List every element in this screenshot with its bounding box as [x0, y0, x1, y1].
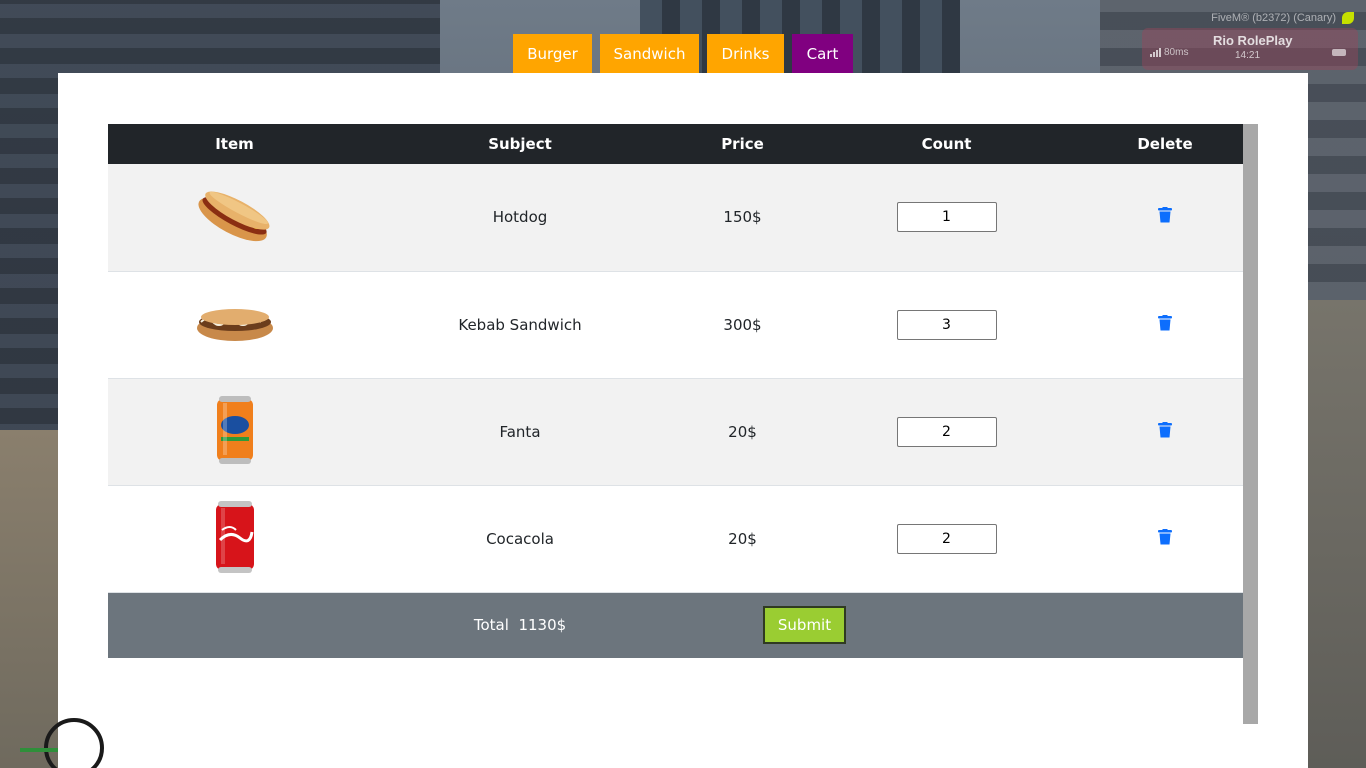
item-subject: Hotdog: [492, 208, 548, 227]
kebab-sandwich-icon: [196, 308, 273, 341]
delete-cell: [1087, 485, 1243, 592]
delete-button[interactable]: [1158, 314, 1172, 331]
item-subject: Kebab Sandwich: [458, 315, 582, 334]
ping-indicator: 80ms: [1150, 47, 1188, 58]
column-header-subject: Subject: [488, 135, 552, 153]
total-value: 1130$: [518, 616, 567, 635]
item-count-cell: [806, 485, 1087, 592]
cocacola-can-icon: [215, 500, 254, 573]
column-header-price: Price: [721, 135, 764, 153]
item-count-cell: [806, 164, 1087, 271]
count-input[interactable]: [896, 523, 997, 554]
item-image-cell: [108, 271, 361, 378]
scrollbar[interactable]: [1243, 124, 1258, 724]
delete-button[interactable]: [1158, 528, 1172, 545]
total-cell: Total 1130$: [361, 592, 679, 658]
table-row: Fanta 20$: [108, 378, 1243, 485]
delete-button[interactable]: [1158, 421, 1172, 438]
item-image-cell: [108, 485, 361, 592]
item-count-cell: [806, 271, 1087, 378]
tab-burger[interactable]: Burger: [513, 34, 592, 73]
server-name: Rio RolePlay: [1213, 33, 1293, 48]
submit-button[interactable]: Submit: [763, 606, 846, 645]
ground-right: [1300, 300, 1366, 768]
signal-icon: [1150, 48, 1161, 57]
cart-table: Item Subject Price Count Delete Hotdog 1…: [108, 124, 1243, 724]
item-image-cell: [108, 164, 361, 271]
delete-button[interactable]: [1158, 207, 1172, 223]
trash-icon: [1158, 421, 1172, 437]
fanta-can-icon: [216, 395, 253, 464]
count-input[interactable]: [896, 416, 997, 447]
item-price: 20$: [728, 529, 757, 548]
item-price: 150$: [723, 208, 762, 227]
battery-icon: [1332, 49, 1346, 56]
item-price: 300$: [723, 315, 762, 334]
table-row: Cocacola 20$: [108, 485, 1243, 592]
tab-cart[interactable]: Cart: [792, 34, 853, 73]
clock-time: 14:21: [1235, 50, 1261, 61]
column-header-delete: Delete: [1137, 135, 1193, 153]
health-bar: [20, 748, 58, 752]
empty-row: [108, 658, 1243, 724]
category-tabs: Burger Sandwich Drinks Cart: [513, 34, 853, 73]
fivem-leaf-icon: [1342, 12, 1354, 24]
item-subject: Fanta: [499, 422, 541, 441]
table-row: Kebab Sandwich 300$: [108, 271, 1243, 378]
count-input[interactable]: [896, 202, 997, 233]
count-input[interactable]: [896, 309, 997, 340]
delete-cell: [1087, 164, 1243, 271]
fivem-build-label: FiveM® (b2372) (Canary): [1211, 12, 1336, 24]
delete-cell: [1087, 378, 1243, 485]
total-row: Total 1130$ Submit: [108, 592, 1243, 658]
column-header-item: Item: [215, 135, 254, 153]
trash-icon: [1158, 207, 1172, 223]
table-header: Item Subject Price Count Delete: [108, 124, 1243, 164]
item-count-cell: [806, 378, 1087, 485]
trash-icon: [1158, 314, 1172, 330]
delete-cell: [1087, 271, 1243, 378]
tab-sandwich[interactable]: Sandwich: [600, 34, 699, 73]
item-image-cell: [108, 378, 361, 485]
total-label: Total: [473, 616, 509, 635]
trash-icon: [1158, 528, 1172, 544]
tab-drinks[interactable]: Drinks: [707, 34, 784, 73]
cart-panel: Item Subject Price Count Delete Hotdog 1…: [58, 73, 1308, 768]
item-subject: Cocacola: [486, 529, 554, 548]
ping-value: 80ms: [1164, 47, 1189, 58]
column-header-count: Count: [921, 135, 972, 153]
cart-table-container: Item Subject Price Count Delete Hotdog 1…: [108, 124, 1258, 724]
item-price: 20$: [728, 422, 757, 441]
hotdog-icon: [197, 191, 269, 242]
table-row: Hotdog 150$: [108, 164, 1243, 271]
